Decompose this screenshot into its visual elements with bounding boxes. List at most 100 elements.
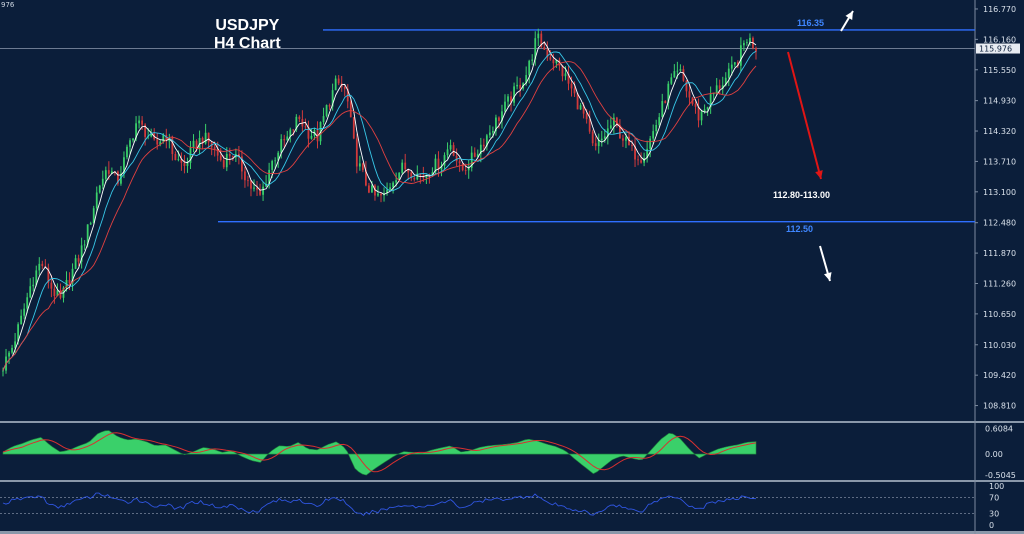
- candle-body: [355, 138, 358, 167]
- candle-body: [186, 162, 189, 166]
- candle-body: [452, 145, 455, 156]
- candle-body: [95, 192, 98, 209]
- y-tick-label: 112.480: [983, 219, 1016, 228]
- candle-body: [129, 140, 131, 147]
- candle-body: [377, 193, 379, 196]
- rsi-tick-label: 0: [989, 521, 994, 530]
- candle-body: [531, 59, 534, 61]
- candle-body: [401, 162, 404, 173]
- candle-body: [310, 135, 313, 139]
- candle-body: [488, 132, 491, 136]
- candle-body: [20, 315, 23, 325]
- candle-body: [694, 104, 697, 107]
- candle-body: [68, 280, 71, 284]
- candle-body: [141, 120, 144, 125]
- moving-average-slow: [2, 61, 757, 371]
- candle-body: [649, 138, 652, 149]
- candle-body: [283, 139, 286, 141]
- candle-body: [271, 161, 274, 170]
- candle-body: [446, 149, 449, 156]
- candle-body: [673, 71, 676, 78]
- candle-body: [262, 186, 264, 195]
- candle-body: [368, 185, 370, 193]
- candle-body: [637, 159, 639, 161]
- candle-body: [528, 60, 531, 76]
- chart-root: 116.770 116.160 115.550 114.930 114.320 113.7…: [0, 0, 1024, 534]
- macd-tick-label: -0.5045: [985, 471, 1016, 480]
- symbol-corner-label: 976: [1, 1, 15, 9]
- rsi-line: [2, 492, 757, 517]
- y-tick-label: 113.100: [983, 188, 1016, 197]
- candle-body: [655, 124, 658, 132]
- candle-body: [126, 146, 128, 158]
- rsi-tick-label: 70: [989, 494, 999, 503]
- y-tick-label: 113.710: [983, 157, 1016, 166]
- candle-body: [443, 155, 446, 166]
- candle-body: [585, 113, 588, 120]
- candle-body: [612, 117, 615, 126]
- moving-average-mid: [2, 50, 757, 371]
- candle-body: [222, 160, 225, 168]
- candle-body: [573, 88, 576, 94]
- candle-body: [670, 77, 673, 84]
- candle-body: [715, 85, 718, 94]
- panel-separator: [0, 480, 1024, 482]
- candle-body: [53, 288, 56, 297]
- down-target-arrow: [787, 51, 823, 180]
- breakout-up-arrow: [840, 10, 854, 32]
- candle-body: [192, 140, 195, 148]
- candle-body: [504, 101, 506, 112]
- y-tick-label: 116.770: [983, 5, 1016, 14]
- candle-body: [343, 86, 346, 89]
- candle-body: [77, 258, 80, 262]
- support-level-label: 112.50: [786, 223, 814, 234]
- moving-average-fast: [2, 41, 757, 371]
- candle-body: [101, 178, 104, 186]
- candle-body: [298, 116, 301, 120]
- macd-tick-label: 0.00: [985, 450, 1003, 459]
- candle-body: [358, 163, 361, 167]
- candle-body: [174, 154, 177, 160]
- candle-body: [739, 45, 742, 66]
- candle-body: [676, 70, 679, 72]
- candle-body: [552, 59, 555, 64]
- candle-body: [11, 347, 13, 353]
- candle-body: [449, 145, 452, 150]
- candle-body: [247, 180, 249, 182]
- resistance-level-label: 116.35: [797, 17, 825, 28]
- candle-body: [507, 96, 509, 102]
- candle-body: [325, 105, 328, 117]
- y-tick-label: 114.930: [983, 97, 1016, 106]
- candle-body: [564, 73, 567, 77]
- candle-body: [50, 282, 53, 289]
- candle-body: [464, 170, 467, 171]
- y-tick-label: 110.650: [983, 310, 1016, 319]
- candle-body: [280, 139, 283, 153]
- candle-body: [204, 132, 207, 144]
- candle-body: [32, 284, 35, 287]
- candle-body: [537, 33, 540, 39]
- rsi-tick-label: 30: [989, 509, 999, 518]
- candle-body: [395, 180, 398, 183]
- candle-body: [688, 91, 691, 98]
- candle-body: [622, 138, 624, 141]
- candle-body: [700, 111, 703, 121]
- candle-body: [328, 105, 331, 107]
- candle-body: [749, 37, 751, 43]
- candle-body: [727, 68, 730, 78]
- candle-body: [26, 297, 29, 309]
- y-tick-label: 110.030: [983, 341, 1016, 350]
- candle-body: [404, 162, 407, 170]
- candle-body: [543, 47, 546, 50]
- candle-body: [132, 138, 134, 141]
- candle-body: [413, 177, 416, 180]
- candle-body: [588, 119, 591, 132]
- candle-body: [473, 152, 476, 157]
- candle-body: [89, 223, 92, 225]
- y-tick-label: 115.550: [983, 66, 1016, 75]
- candle-body: [371, 185, 373, 193]
- candle-body: [603, 136, 606, 139]
- candle-body: [334, 78, 337, 91]
- y-tick-label: 114.320: [983, 127, 1016, 136]
- candle-body: [492, 131, 494, 133]
